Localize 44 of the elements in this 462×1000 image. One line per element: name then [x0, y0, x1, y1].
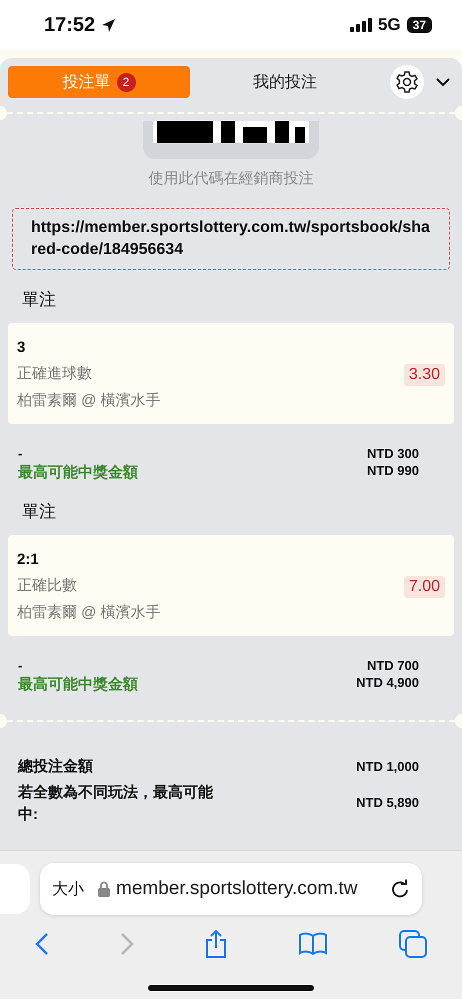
payout-amount: NTD 990	[366, 463, 419, 480]
address-text: member.sportslottery.com.tw	[116, 878, 358, 900]
chevron-down-icon[interactable]	[436, 78, 450, 86]
stake-amount: NTD 700	[366, 658, 419, 673]
location-arrow-icon	[101, 18, 116, 32]
back-button[interactable]	[35, 932, 50, 956]
stake-label: -	[18, 658, 24, 673]
payout-label: 最高可能中獎金額	[18, 463, 139, 482]
total-label: 總投注金額	[18, 757, 94, 777]
count-badge: 2	[116, 72, 136, 92]
payout-amount: NTD 4,900	[356, 675, 419, 692]
share-button[interactable]	[204, 929, 228, 959]
selection-text: 3	[17, 339, 26, 356]
total-amount: NTD 5,890	[356, 794, 419, 812]
odds-badge: 3.30	[404, 364, 445, 386]
network-label: 5G	[378, 15, 401, 35]
market-text: 正確比數	[17, 576, 78, 595]
address-bar[interactable]: 大小 member.sportslottery.com.tw	[40, 863, 422, 915]
total-amount: NTD 1,000	[356, 758, 419, 776]
section-title: 單注	[22, 501, 57, 523]
payout-label: 最高可能中獎金額	[18, 675, 139, 694]
tabs-button[interactable]	[398, 930, 427, 958]
section-title: 單注	[22, 289, 57, 311]
lock-icon	[98, 881, 110, 897]
odds-badge: 7.00	[404, 576, 445, 598]
selection-text: 2:1	[17, 551, 40, 568]
text-size-button[interactable]: 大小	[52, 878, 84, 900]
tab[interactable]: 投注單 2	[8, 66, 190, 98]
reload-icon[interactable]	[390, 879, 410, 899]
signal-icon	[350, 18, 372, 32]
match-text: 柏雷素爾 @ 橫濱水手	[17, 603, 162, 622]
share-caption: 使用此代碼在經銷商投注	[148, 169, 314, 188]
settings-button[interactable]	[390, 65, 424, 99]
stake-amount: NTD 300	[366, 446, 419, 461]
tab[interactable]: 我的投注	[210, 66, 360, 98]
share-link[interactable]: https://member.sportslottery.com.tw/sportsbook/shared-code/184956634	[12, 208, 450, 270]
clock-time: 17:52	[44, 14, 96, 36]
battery-indicator: 37	[406, 17, 432, 33]
match-text: 柏雷素爾 @ 橫濱水手	[17, 391, 162, 410]
market-text: 正確進球數	[17, 364, 93, 383]
stake-label: -	[18, 446, 24, 461]
bookmarks-button[interactable]	[298, 932, 328, 956]
total-label: 若全數為不同玩法，最高可能中:	[18, 783, 214, 825]
forward-button[interactable]	[120, 932, 134, 956]
